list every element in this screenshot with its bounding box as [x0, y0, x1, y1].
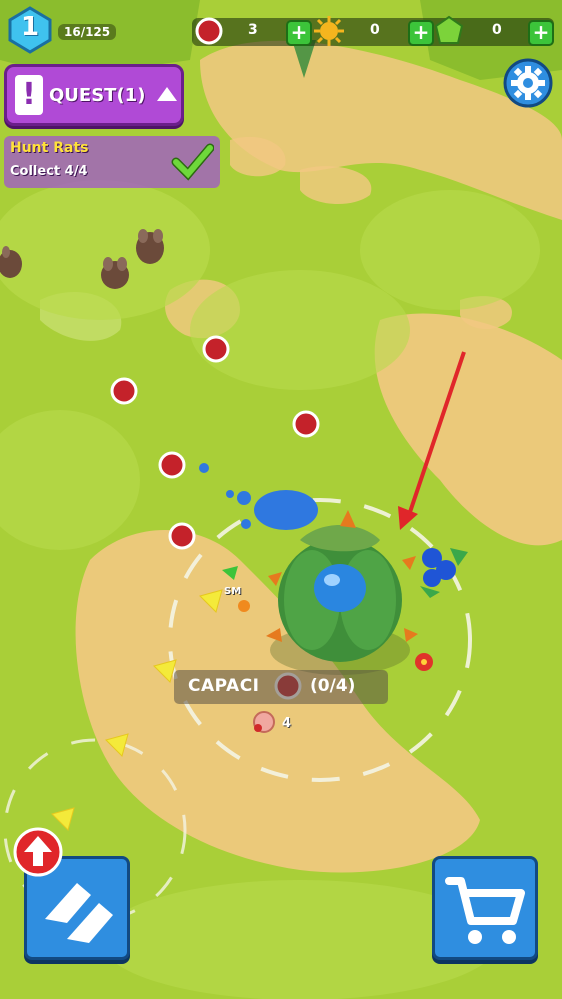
meat-pickup — [202, 335, 230, 363]
level-number: 1 — [20, 12, 40, 42]
worm-count: 4 — [282, 716, 292, 731]
quest-alert-icon: ! — [15, 75, 43, 115]
meat-count: 3 — [248, 22, 258, 38]
sun-icon — [312, 14, 346, 48]
add-gem-button[interactable]: + — [528, 20, 554, 46]
gem-icon — [432, 14, 466, 48]
floating-tag: SM — [224, 586, 242, 597]
cart-icon — [445, 877, 525, 944]
rat-enemy[interactable] — [101, 257, 129, 289]
sun-count: 0 — [370, 22, 380, 38]
upgrade-badge[interactable] — [12, 826, 64, 878]
meat-pickup — [110, 377, 138, 405]
check-icon — [170, 142, 215, 182]
meat-pickup — [292, 410, 320, 438]
meat-pickup — [168, 522, 196, 550]
quest-title: Hunt Rats — [10, 140, 89, 156]
add-sun-button[interactable]: + — [408, 20, 434, 46]
capacity-label: CAPACI — [188, 676, 260, 696]
shop-button[interactable] — [432, 856, 538, 960]
quest-button[interactable]: ! QUEST(1) — [4, 64, 184, 126]
caret-up-icon — [157, 87, 177, 101]
capacity-count: (0/4) — [310, 676, 356, 696]
meat-icon — [192, 14, 226, 48]
worm-pickup[interactable] — [253, 711, 275, 733]
red-flower — [415, 653, 433, 671]
quest-button-label: QUEST(1) — [49, 85, 146, 106]
quest-progress: Collect 4/4 — [10, 164, 88, 179]
quest-card[interactable]: Hunt Rats Collect 4/4 — [4, 136, 220, 188]
xp-progress-text: 16/125 — [58, 24, 117, 40]
level-badge: 1 — [6, 6, 54, 54]
meat-pickup — [158, 451, 186, 479]
orange-flower — [238, 600, 250, 612]
rat-enemy[interactable] — [136, 229, 164, 264]
add-meat-button[interactable]: + — [286, 20, 312, 46]
settings-button[interactable] — [502, 58, 554, 108]
capacity-panel: CAPACI (0/4) — [174, 670, 388, 704]
gem-count: 0 — [492, 22, 502, 38]
